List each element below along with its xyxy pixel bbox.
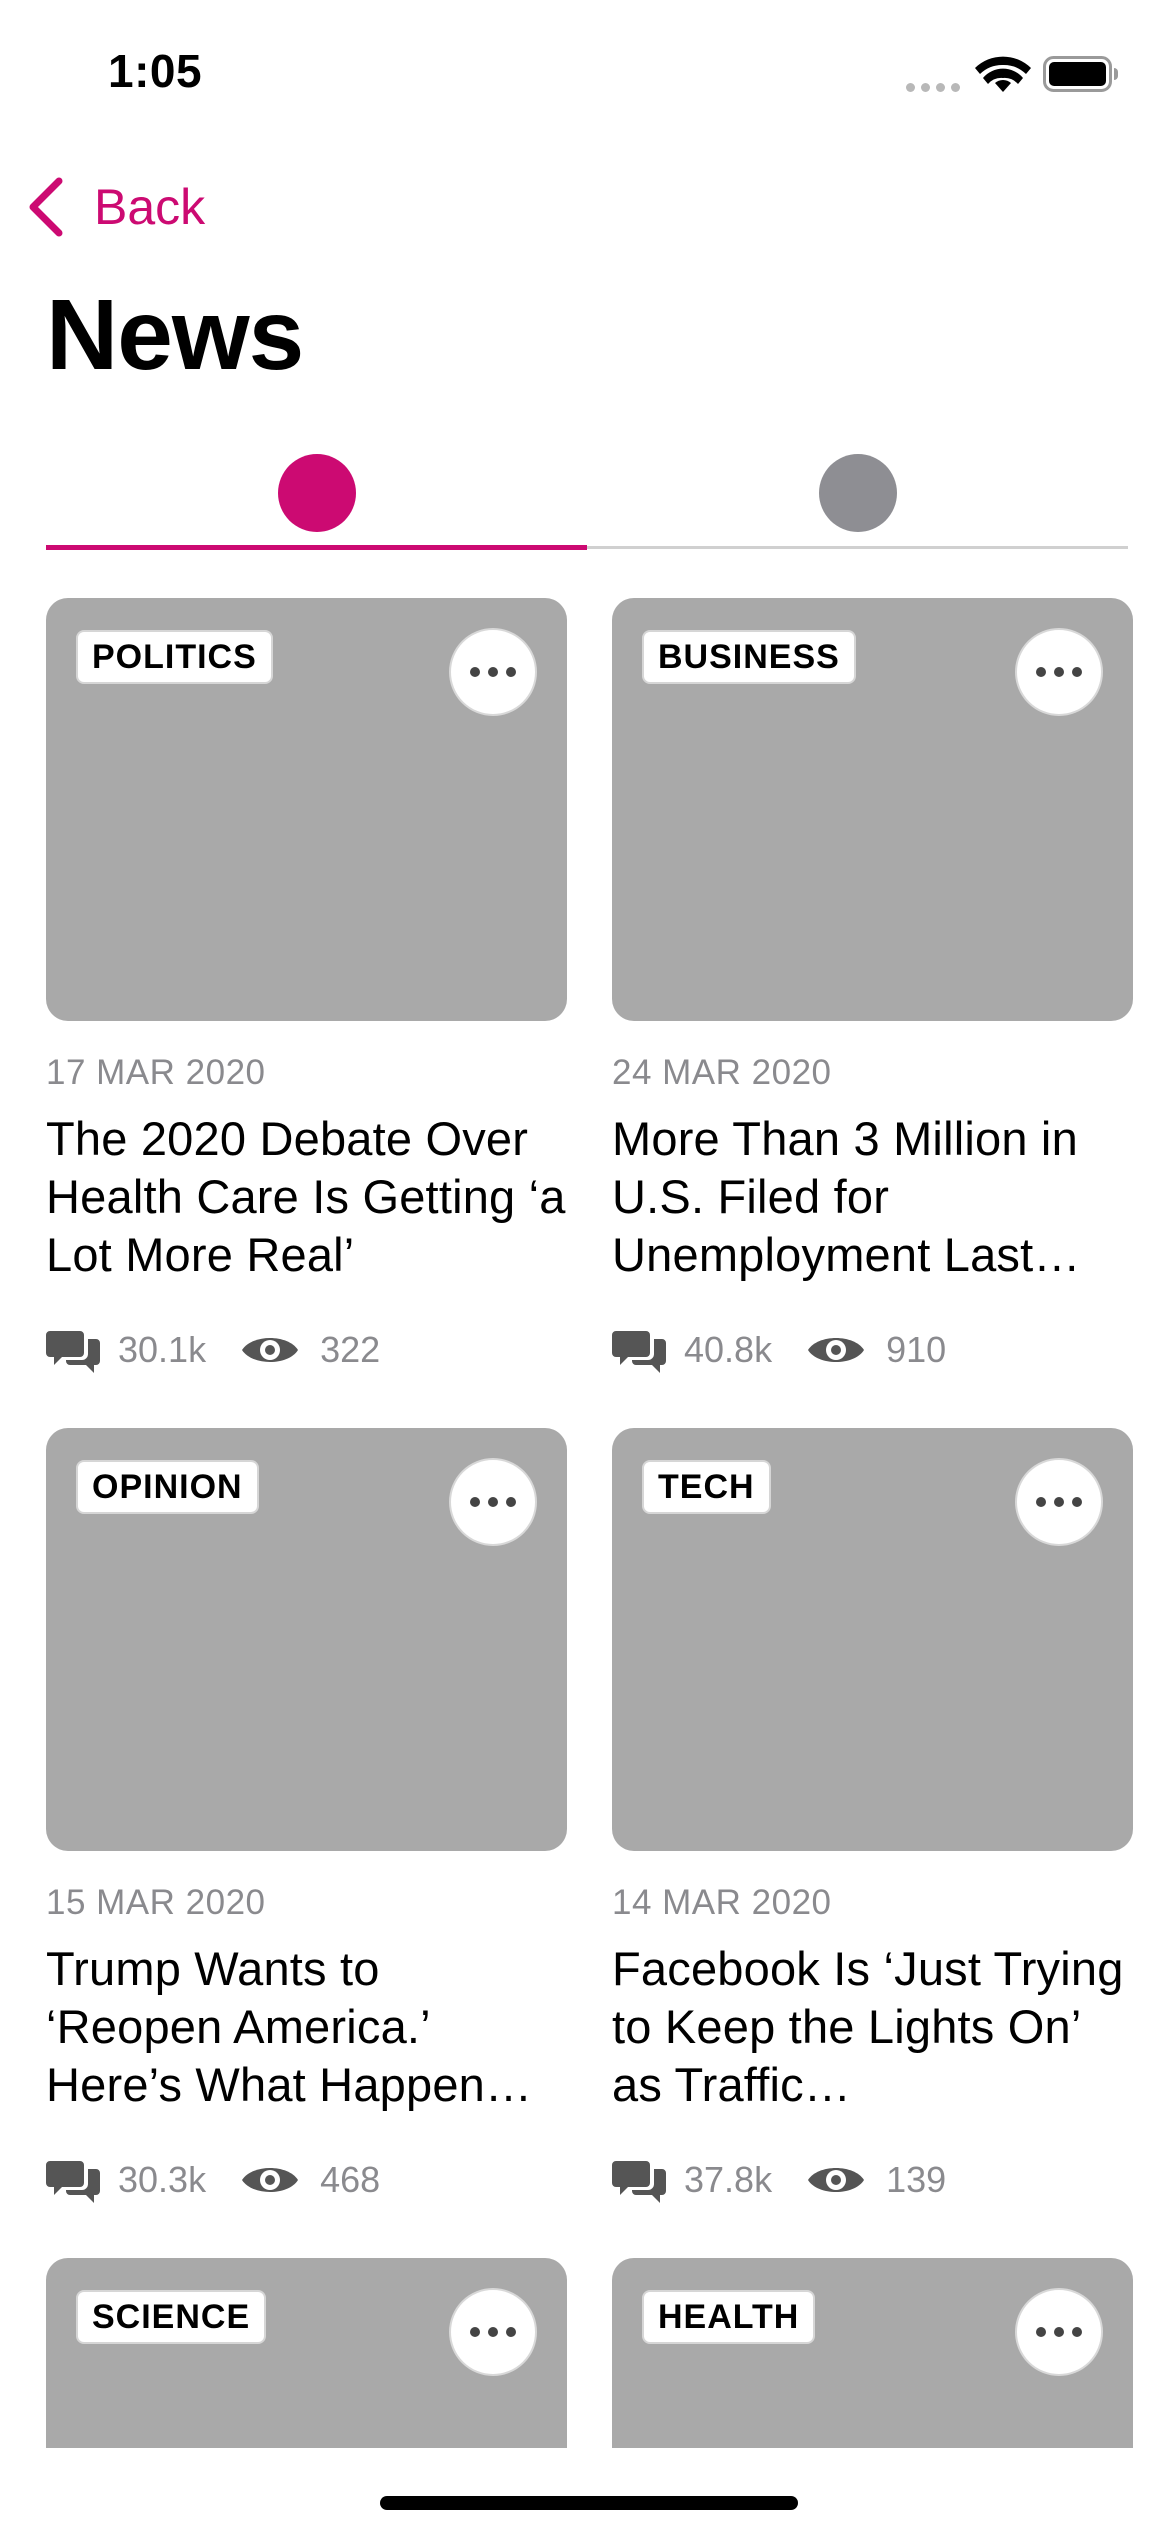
article-card[interactable]: TECH 14 MAR 2020 Facebook Is ‘Just Tryin… bbox=[612, 1428, 1133, 2208]
comments-icon bbox=[612, 1331, 666, 1373]
article-image: OPINION bbox=[46, 1428, 567, 1851]
comment-count: 30.3k bbox=[118, 2159, 207, 2200]
eye-icon bbox=[808, 1338, 865, 1362]
article-image: BUSINESS bbox=[612, 598, 1133, 1021]
article-title: Facebook Is ‘Just Trying to Keep the Lig… bbox=[612, 1942, 1124, 2111]
comments-icon bbox=[46, 1331, 100, 1373]
article-stats: 30.3k 468 bbox=[46, 2152, 567, 2208]
article-image: TECH bbox=[612, 1428, 1133, 1851]
article-card[interactable]: SCIENCE bbox=[46, 2258, 567, 2448]
comment-count: 37.8k bbox=[684, 2159, 773, 2200]
tab-second-dot-icon bbox=[818, 454, 897, 532]
status-time: 1:05 bbox=[108, 45, 203, 97]
tab-second[interactable] bbox=[587, 444, 1128, 552]
category-badge: TECH bbox=[642, 1460, 771, 1514]
wifi-icon bbox=[975, 56, 1031, 92]
article-stats: 40.8k 910 bbox=[612, 1322, 1133, 1378]
back-label: Back bbox=[94, 179, 206, 235]
article-image: POLITICS bbox=[46, 598, 567, 1021]
category-badge: HEALTH bbox=[642, 2290, 816, 2344]
view-count: 322 bbox=[320, 1329, 381, 1370]
category-badge: OPINION bbox=[76, 1460, 259, 1514]
page-title: News bbox=[46, 279, 304, 391]
comments-icon bbox=[46, 2161, 100, 2203]
article-card[interactable]: POLITICS 17 MAR 2020 The 2020 Debate Ove… bbox=[46, 598, 567, 1378]
article-date: 14 MAR 2020 bbox=[612, 1883, 832, 1922]
category-badge: BUSINESS bbox=[642, 630, 856, 684]
comment-count: 40.8k bbox=[684, 1329, 773, 1370]
more-button[interactable] bbox=[1015, 1458, 1103, 1546]
article-stats: 30.1k 322 bbox=[46, 1322, 567, 1378]
article-title: Trump Wants to ‘Reopen America.’ Here’s … bbox=[46, 1942, 533, 2111]
eye-icon bbox=[808, 2168, 865, 2192]
segmented-tabs bbox=[46, 444, 1128, 554]
article-date: 17 MAR 2020 bbox=[46, 1053, 266, 1092]
comments-icon bbox=[612, 2161, 666, 2203]
article-stats: 37.8k 139 bbox=[612, 2152, 1133, 2208]
more-button[interactable] bbox=[449, 1458, 537, 1546]
ellipsis-icon bbox=[1036, 2327, 1082, 2337]
comment-count: 30.1k bbox=[118, 1329, 207, 1370]
eye-icon bbox=[242, 1338, 299, 1362]
status-bar: 1:05 bbox=[0, 0, 1170, 150]
view-count: 139 bbox=[886, 2159, 947, 2200]
category-badge: POLITICS bbox=[76, 630, 273, 684]
more-button[interactable] bbox=[1015, 628, 1103, 716]
cellular-signal-icon bbox=[906, 83, 960, 92]
more-button[interactable] bbox=[449, 628, 537, 716]
article-title: The 2020 Debate Over Health Care Is Gett… bbox=[46, 1112, 566, 1281]
ellipsis-icon bbox=[470, 2327, 516, 2337]
view-count: 468 bbox=[320, 2159, 381, 2200]
more-button[interactable] bbox=[1015, 2288, 1103, 2376]
tab-active-indicator bbox=[46, 545, 587, 550]
category-badge: SCIENCE bbox=[76, 2290, 267, 2344]
tab-first-dot-icon bbox=[277, 454, 356, 532]
home-indicator[interactable] bbox=[380, 2496, 798, 2510]
battery-icon bbox=[1043, 56, 1118, 92]
article-date: 15 MAR 2020 bbox=[46, 1883, 266, 1922]
tab-first[interactable] bbox=[46, 444, 587, 552]
ellipsis-icon bbox=[470, 1497, 516, 1507]
ellipsis-icon bbox=[470, 667, 516, 677]
article-image: HEALTH bbox=[612, 2258, 1133, 2448]
chevron-left-icon bbox=[29, 177, 63, 237]
ellipsis-icon bbox=[1036, 667, 1082, 677]
view-count: 910 bbox=[886, 1329, 947, 1370]
article-image: SCIENCE bbox=[46, 2258, 567, 2448]
article-title: More Than 3 Million in U.S. Filed for Un… bbox=[612, 1112, 1081, 1281]
ellipsis-icon bbox=[1036, 1497, 1082, 1507]
article-card[interactable]: BUSINESS 24 MAR 2020 More Than 3 Million… bbox=[612, 598, 1133, 1378]
article-card[interactable]: OPINION 15 MAR 2020 Trump Wants to ‘Reop… bbox=[46, 1428, 567, 2208]
back-button[interactable]: Back bbox=[26, 172, 205, 242]
more-button[interactable] bbox=[449, 2288, 537, 2376]
eye-icon bbox=[242, 2168, 299, 2192]
article-date: 24 MAR 2020 bbox=[612, 1053, 832, 1092]
article-card[interactable]: HEALTH bbox=[612, 2258, 1133, 2448]
